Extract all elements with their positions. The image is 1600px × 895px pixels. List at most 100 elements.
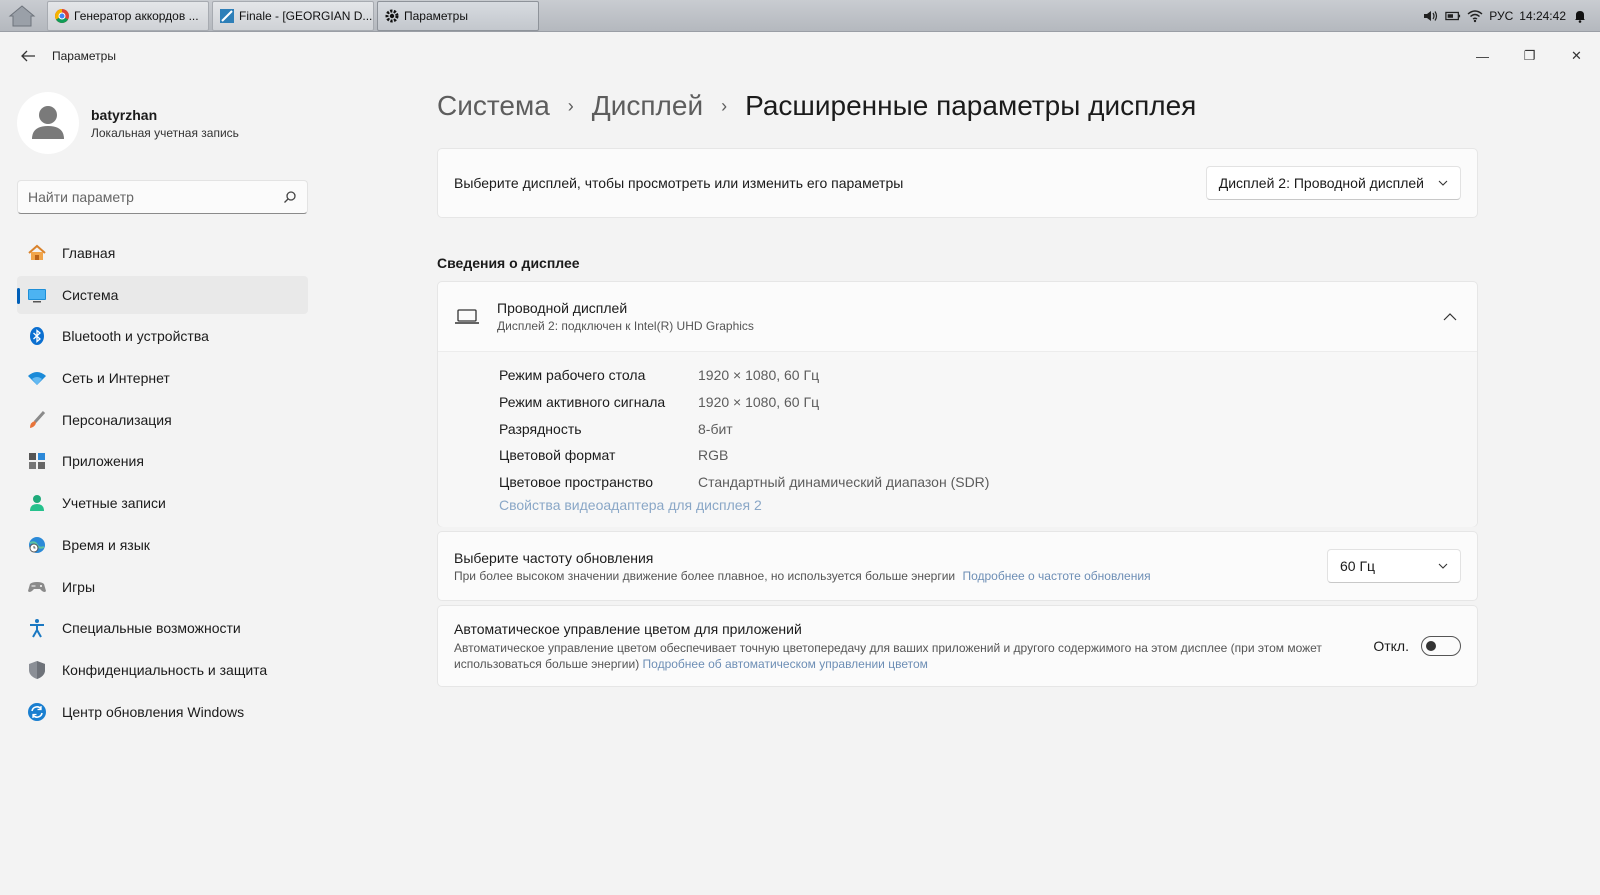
- refresh-rate-dropdown[interactable]: 60 Гц: [1327, 549, 1461, 583]
- minimize-button[interactable]: —: [1459, 40, 1506, 72]
- avatar: [17, 92, 79, 154]
- info-label: Цветовое пространство: [499, 474, 654, 491]
- user-profile[interactable]: batyrzhan Локальная учетная запись: [17, 92, 239, 154]
- info-row-color-space: Цветовое пространство Стандартный динами…: [499, 469, 1477, 496]
- breadcrumb-display[interactable]: Дисплей: [592, 90, 703, 122]
- breadcrumb-system[interactable]: Система: [437, 90, 550, 122]
- info-value: 8-бит: [698, 420, 733, 437]
- refresh-rate-title: Выберите частоту обновления: [454, 549, 654, 566]
- info-value: 1920 × 1080, 60 Гц: [698, 394, 820, 411]
- auto-color-description-line: Автоматическое управление цветом обеспеч…: [454, 640, 1354, 672]
- display-info-title: Проводной дисплей: [497, 300, 628, 316]
- breadcrumb: Система › Дисплей › Расширенные параметр…: [437, 90, 1196, 122]
- window-titlebar: Параметры — ❐ ✕: [0, 32, 1600, 80]
- taskbar-tab-label: Finale - [GEORGIAN D...: [239, 8, 373, 23]
- display-select-value: Дисплей 2: Проводной дисплей: [1218, 175, 1424, 191]
- chevron-up-icon[interactable]: [1443, 312, 1457, 322]
- sidebar-item-time-language[interactable]: Время и язык: [17, 526, 308, 564]
- restore-button[interactable]: ❐: [1506, 40, 1553, 72]
- display-info-subtitle: Дисплей 2: подключен к Intel(R) UHD Grap…: [497, 319, 754, 333]
- back-button[interactable]: [8, 40, 48, 72]
- sidebar-item-label: Сеть и Интернет: [62, 370, 170, 387]
- display-select-dropdown[interactable]: Дисплей 2: Проводной дисплей: [1205, 166, 1461, 200]
- search-input[interactable]: [28, 189, 283, 205]
- chevron-down-icon: [1438, 563, 1448, 569]
- taskbar-tab-chrome[interactable]: Генератор аккордов ...: [47, 0, 209, 31]
- display-select-card: Выберите дисплей, чтобы просмотреть или …: [437, 148, 1478, 218]
- wifi-icon: [28, 372, 46, 386]
- chevron-right-icon: ›: [567, 95, 574, 116]
- auto-color-card: Автоматическое управление цветом для при…: [437, 605, 1478, 687]
- sidebar-item-network[interactable]: Сеть и Интернет: [17, 359, 308, 397]
- sidebar-item-system[interactable]: Система: [17, 275, 308, 314]
- sidebar-item-gaming[interactable]: Игры: [17, 568, 308, 606]
- auto-color-toggle-group: Откл.: [1373, 636, 1461, 656]
- gamepad-icon: [28, 581, 46, 592]
- refresh-rate-card: Выберите частоту обновления При более вы…: [437, 531, 1478, 601]
- sidebar-item-bluetooth[interactable]: Bluetooth и устройства: [17, 317, 308, 355]
- sidebar-item-apps[interactable]: Приложения: [17, 442, 308, 480]
- window-controls: — ❐ ✕: [1459, 40, 1600, 72]
- sidebar-item-label: Время и язык: [62, 536, 150, 553]
- refresh-rate-learn-more-link[interactable]: Подробнее о частоте обновления: [962, 569, 1150, 583]
- apps-icon: [29, 453, 45, 470]
- sidebar-item-windows-update[interactable]: Центр обновления Windows: [17, 693, 308, 731]
- globe-clock-icon: [29, 536, 45, 553]
- display-info-card: Проводной дисплей Дисплей 2: подключен к…: [437, 281, 1478, 527]
- sidebar-item-label: Конфиденциальность и защита: [62, 661, 268, 678]
- adapter-properties-link[interactable]: Свойства видеоадаптера для дисплея 2: [499, 497, 762, 513]
- home-icon: [28, 244, 46, 260]
- sidebar-item-label: Приложения: [62, 453, 144, 470]
- app-title: Параметры: [52, 49, 116, 63]
- auto-color-toggle[interactable]: [1421, 636, 1461, 656]
- refresh-rate-value: 60 Гц: [1340, 558, 1376, 574]
- taskbar-tab-finale[interactable]: Finale - [GEORGIAN D...: [212, 0, 374, 31]
- refresh-rate-description-line: При более высоком значении движение боле…: [454, 569, 1151, 583]
- sidebar-item-personalization[interactable]: Персонализация: [17, 401, 308, 439]
- toggle-state-label: Откл.: [1373, 638, 1409, 654]
- home-start-button[interactable]: [0, 0, 44, 32]
- info-row-desktop-mode: Режим рабочего стола 1920 × 1080, 60 Гц: [499, 362, 1477, 389]
- refresh-rate-description: При более высоком значении движение боле…: [454, 568, 956, 583]
- auto-color-learn-more-link[interactable]: Подробнее об автоматическом управлении ц…: [643, 657, 928, 671]
- info-value: Стандартный динамический диапазон (SDR): [698, 474, 990, 491]
- sidebar-item-home[interactable]: Главная: [17, 234, 308, 272]
- shield-icon: [29, 660, 45, 679]
- update-icon: [28, 702, 46, 721]
- sidebar-item-label: Главная: [62, 245, 116, 261]
- section-title-display-info: Сведения о дисплее: [437, 255, 580, 271]
- toggle-knob: [1426, 641, 1436, 651]
- brush-icon: [30, 410, 46, 428]
- search-icon[interactable]: [283, 190, 297, 204]
- notification-bell-icon[interactable]: [1572, 9, 1588, 23]
- display-select-label: Выберите дисплей, чтобы просмотреть или …: [454, 175, 904, 191]
- taskbar: Генератор аккордов ... Finale - [GEORGIA…: [0, 0, 1600, 32]
- arrow-left-icon: [21, 50, 35, 62]
- sidebar-item-label: Центр обновления Windows: [62, 703, 245, 720]
- sidebar-item-privacy[interactable]: Конфиденциальность и защита: [17, 651, 308, 689]
- close-button[interactable]: ✕: [1553, 40, 1600, 72]
- clock[interactable]: 14:24:42: [1519, 9, 1566, 23]
- display-info-header[interactable]: Проводной дисплей Дисплей 2: подключен к…: [438, 282, 1477, 352]
- info-row-color-format: Цветовой формат RGB: [499, 442, 1477, 469]
- display-info-details: Режим рабочего стола 1920 × 1080, 60 Гц …: [438, 352, 1477, 527]
- user-avatar-icon: [32, 106, 64, 139]
- sidebar-item-label: Система: [62, 286, 119, 303]
- info-label: Разрядность: [499, 420, 582, 437]
- sidebar: batyrzhan Локальная учетная запись Главн…: [0, 80, 320, 895]
- language-indicator[interactable]: РУС: [1489, 9, 1513, 23]
- taskbar-tab-settings[interactable]: Параметры: [377, 0, 539, 31]
- sidebar-item-accessibility[interactable]: Специальные возможности: [17, 609, 308, 647]
- wifi-tray-icon[interactable]: [1467, 9, 1483, 23]
- gear-icon: [385, 9, 399, 22]
- battery-icon[interactable]: [1445, 9, 1461, 23]
- sidebar-item-accounts[interactable]: Учетные записи: [17, 484, 308, 522]
- volume-icon[interactable]: [1423, 9, 1439, 23]
- accessibility-icon: [30, 619, 44, 638]
- info-value: RGB: [698, 447, 729, 464]
- chrome-icon: [55, 8, 69, 23]
- house-icon: [8, 4, 36, 26]
- bluetooth-icon: [30, 327, 44, 346]
- profile-account-type: Локальная учетная запись: [91, 125, 239, 140]
- info-label: Цветовой формат: [499, 447, 616, 464]
